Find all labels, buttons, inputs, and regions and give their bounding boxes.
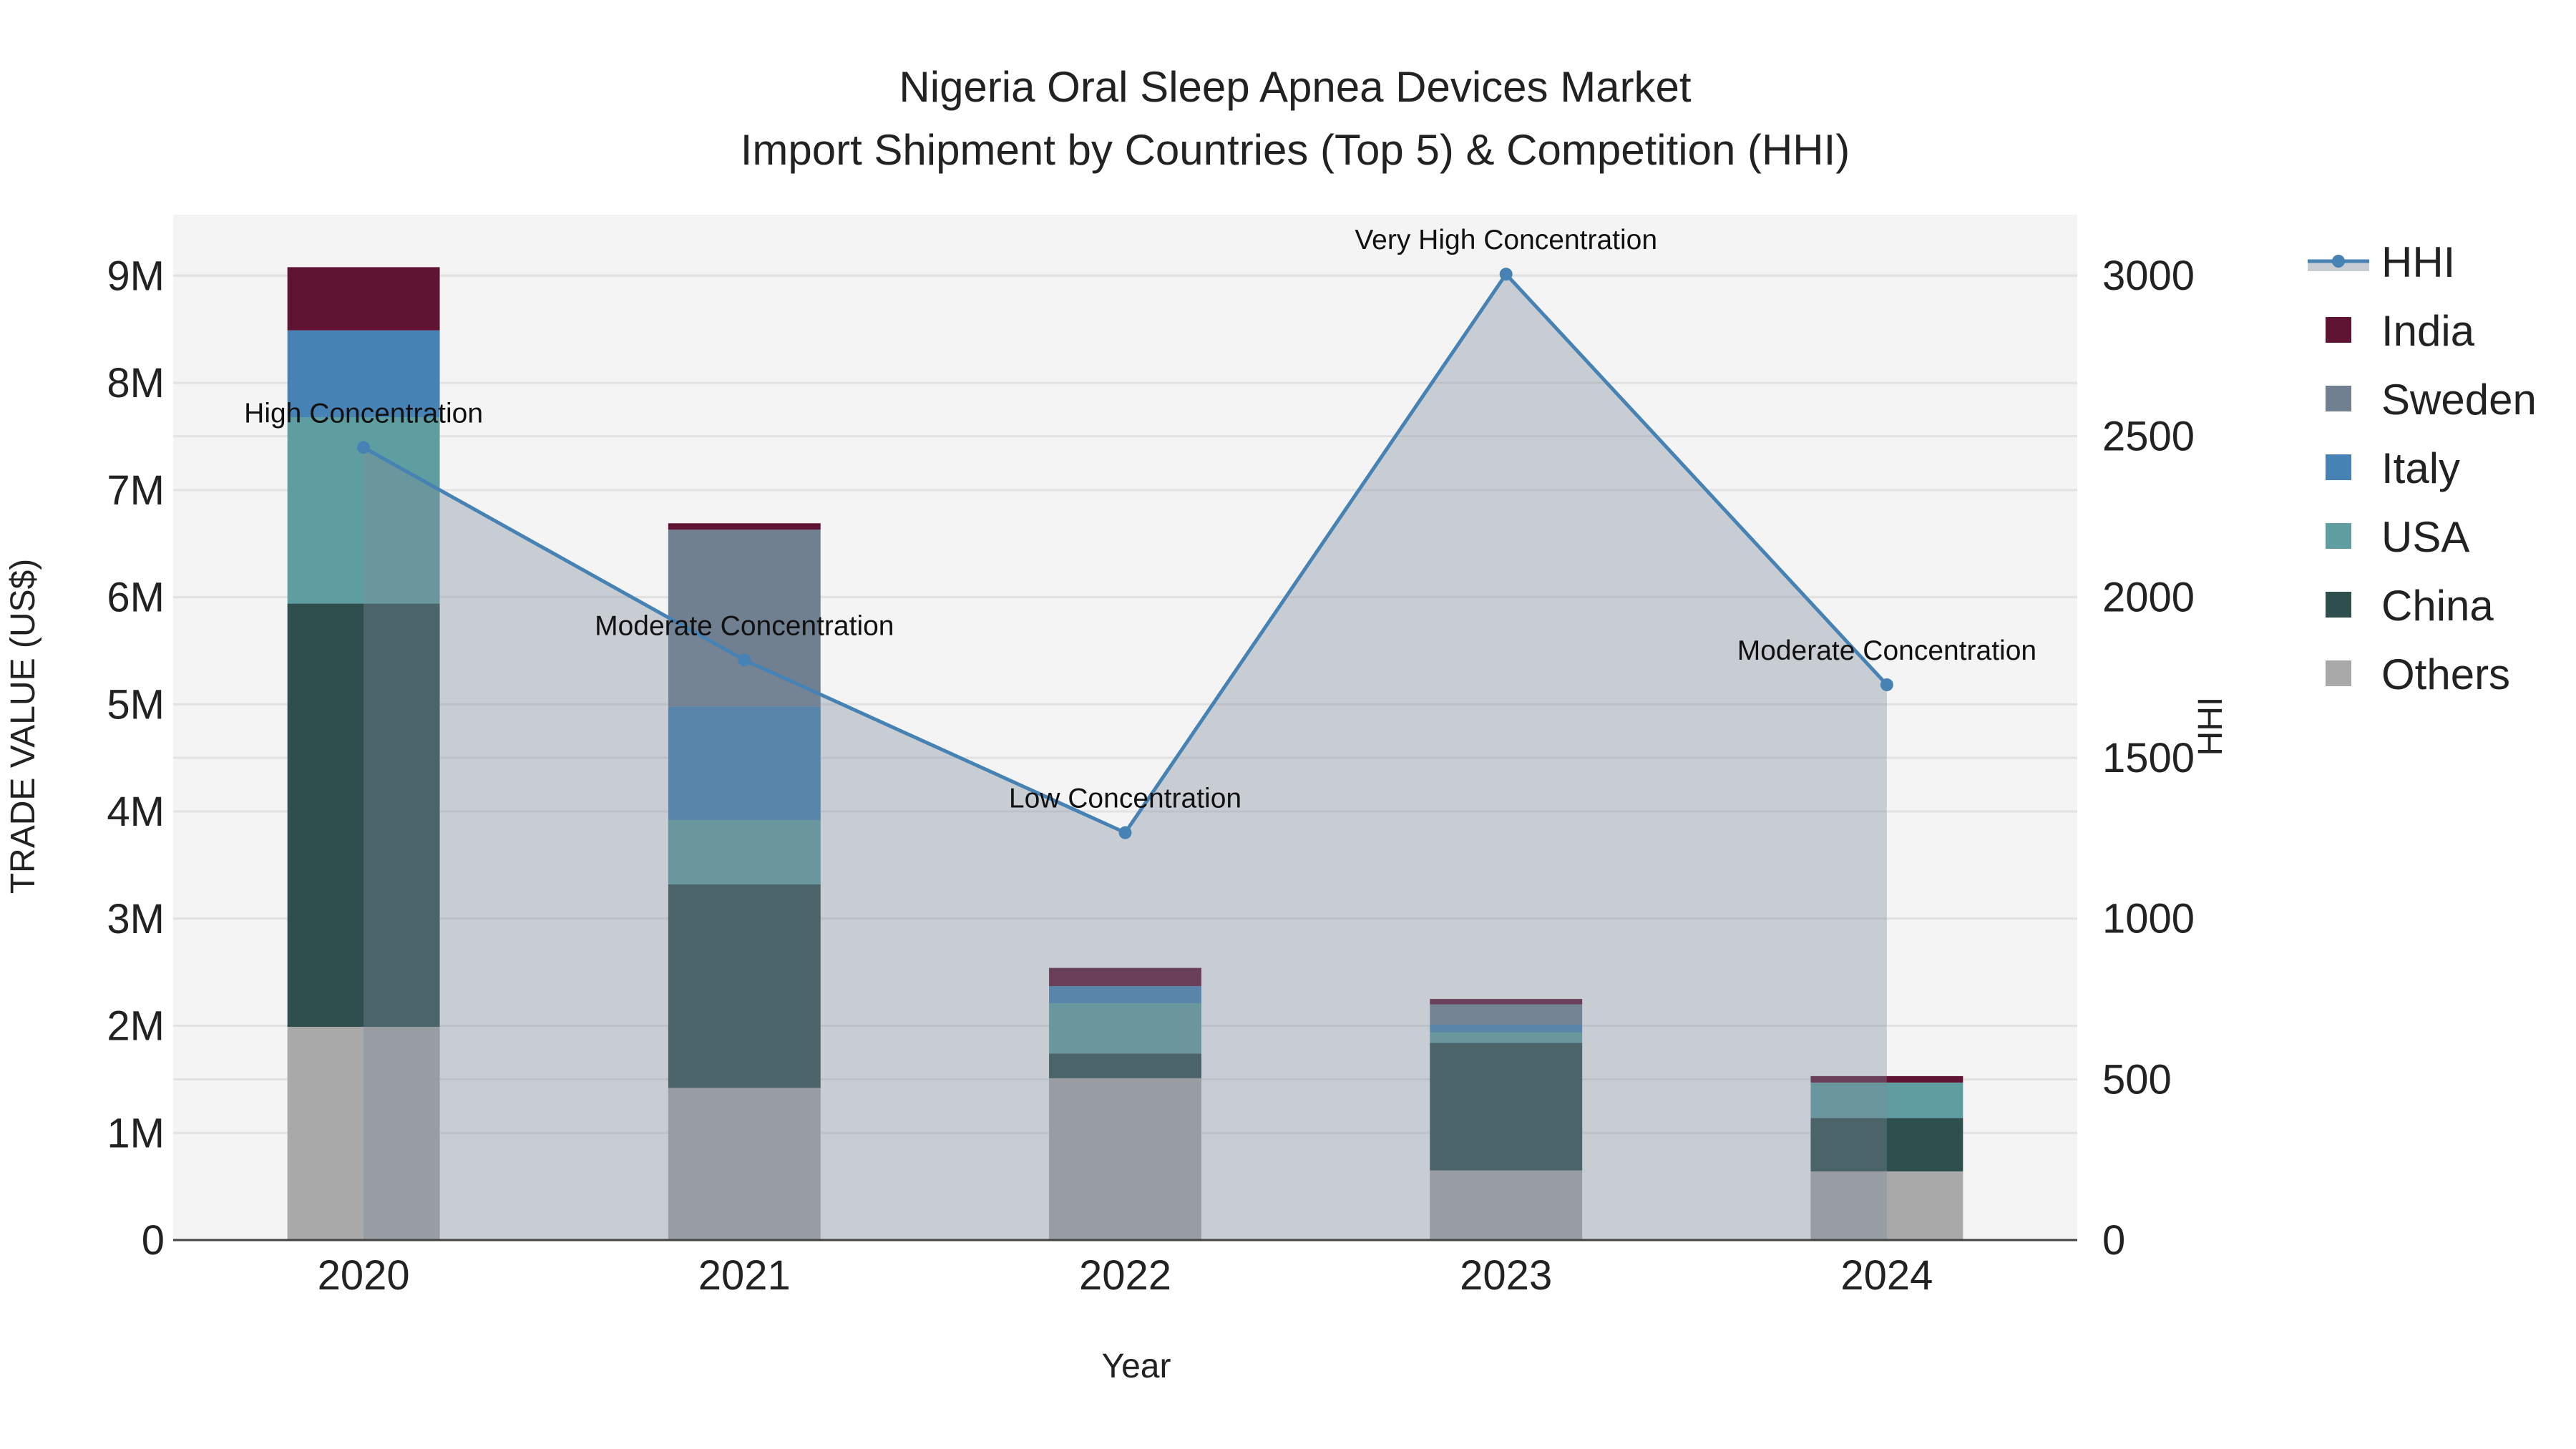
x-tick-label: 2020 — [318, 1252, 410, 1299]
x-tick-label: 2021 — [698, 1252, 791, 1299]
y-tick-label: 9M — [107, 253, 165, 299]
bar-india-2020 — [287, 267, 440, 331]
y2-tick-label: 1500 — [2102, 735, 2195, 781]
hhi-annotation: Moderate Concentration — [595, 610, 894, 641]
hhi-annotation: Very High Concentration — [1355, 225, 1657, 255]
legend-label-usa: USA — [2381, 513, 2469, 561]
legend-swatch-usa — [2326, 523, 2351, 549]
legend-label-sweden: Sweden — [2381, 376, 2537, 424]
legend-swatch-italy — [2326, 454, 2351, 480]
y-tick-label: 4M — [107, 789, 165, 835]
y2-tick-label: 3000 — [2102, 253, 2195, 299]
legend-label-hhi: HHI — [2381, 238, 2455, 286]
hhi-point — [738, 653, 751, 667]
x-tick-label: 2024 — [1840, 1252, 1933, 1299]
legend-swatch-sweden — [2326, 386, 2351, 411]
legend-label-others: Others — [2381, 650, 2510, 698]
hhi-point — [1499, 268, 1513, 281]
hhi-point — [1880, 678, 1893, 691]
y-axis-title: TRADE VALUE (US$) — [4, 559, 42, 894]
legend-label-india: India — [2381, 307, 2475, 355]
legend-hhi-marker — [2332, 255, 2345, 268]
hhi-point — [357, 441, 371, 454]
y2-tick-label: 2500 — [2102, 414, 2195, 460]
legend-swatch-china — [2326, 592, 2351, 618]
legend-label-china: China — [2381, 582, 2494, 630]
legend-label-italy: Italy — [2381, 444, 2460, 492]
y2-tick-label: 0 — [2102, 1217, 2125, 1264]
x-tick-label: 2022 — [1079, 1252, 1171, 1299]
y-tick-label: 3M — [107, 896, 165, 942]
y-tick-label: 8M — [107, 360, 165, 406]
x-tick-label: 2023 — [1460, 1252, 1552, 1299]
y-tick-label: 5M — [107, 681, 165, 728]
y-tick-label: 6M — [107, 575, 165, 621]
legend: HHI India Sweden Italy USA China Others — [2308, 238, 2537, 698]
y2-tick-label: 1000 — [2102, 896, 2195, 942]
legend-swatch-others — [2326, 660, 2351, 686]
chart: High Concentration Moderate Concentration… — [4, 63, 2537, 1385]
y2-axis-title: HHI — [2192, 697, 2230, 756]
chart-title: Nigeria Oral Sleep Apnea Devices Market — [899, 63, 1692, 111]
y2-tick-label: 500 — [2102, 1056, 2172, 1103]
y2-tick-label: 2000 — [2102, 574, 2195, 620]
chart-subtitle: Import Shipment by Countries (Top 5) & C… — [741, 126, 1850, 174]
hhi-annotation: Low Concentration — [1009, 784, 1241, 814]
legend-swatch-india — [2326, 317, 2351, 343]
bar-india-2021 — [668, 523, 821, 530]
hhi-annotation: High Concentration — [244, 398, 483, 429]
hhi-point — [1118, 826, 1132, 839]
y-tick-label: 0 — [142, 1217, 165, 1264]
y-tick-label: 1M — [107, 1110, 165, 1156]
x-axis-title: Year — [1102, 1347, 1171, 1385]
y-tick-label: 2M — [107, 1003, 165, 1050]
y-tick-label: 7M — [107, 467, 165, 514]
hhi-annotation: Moderate Concentration — [1737, 635, 2036, 666]
